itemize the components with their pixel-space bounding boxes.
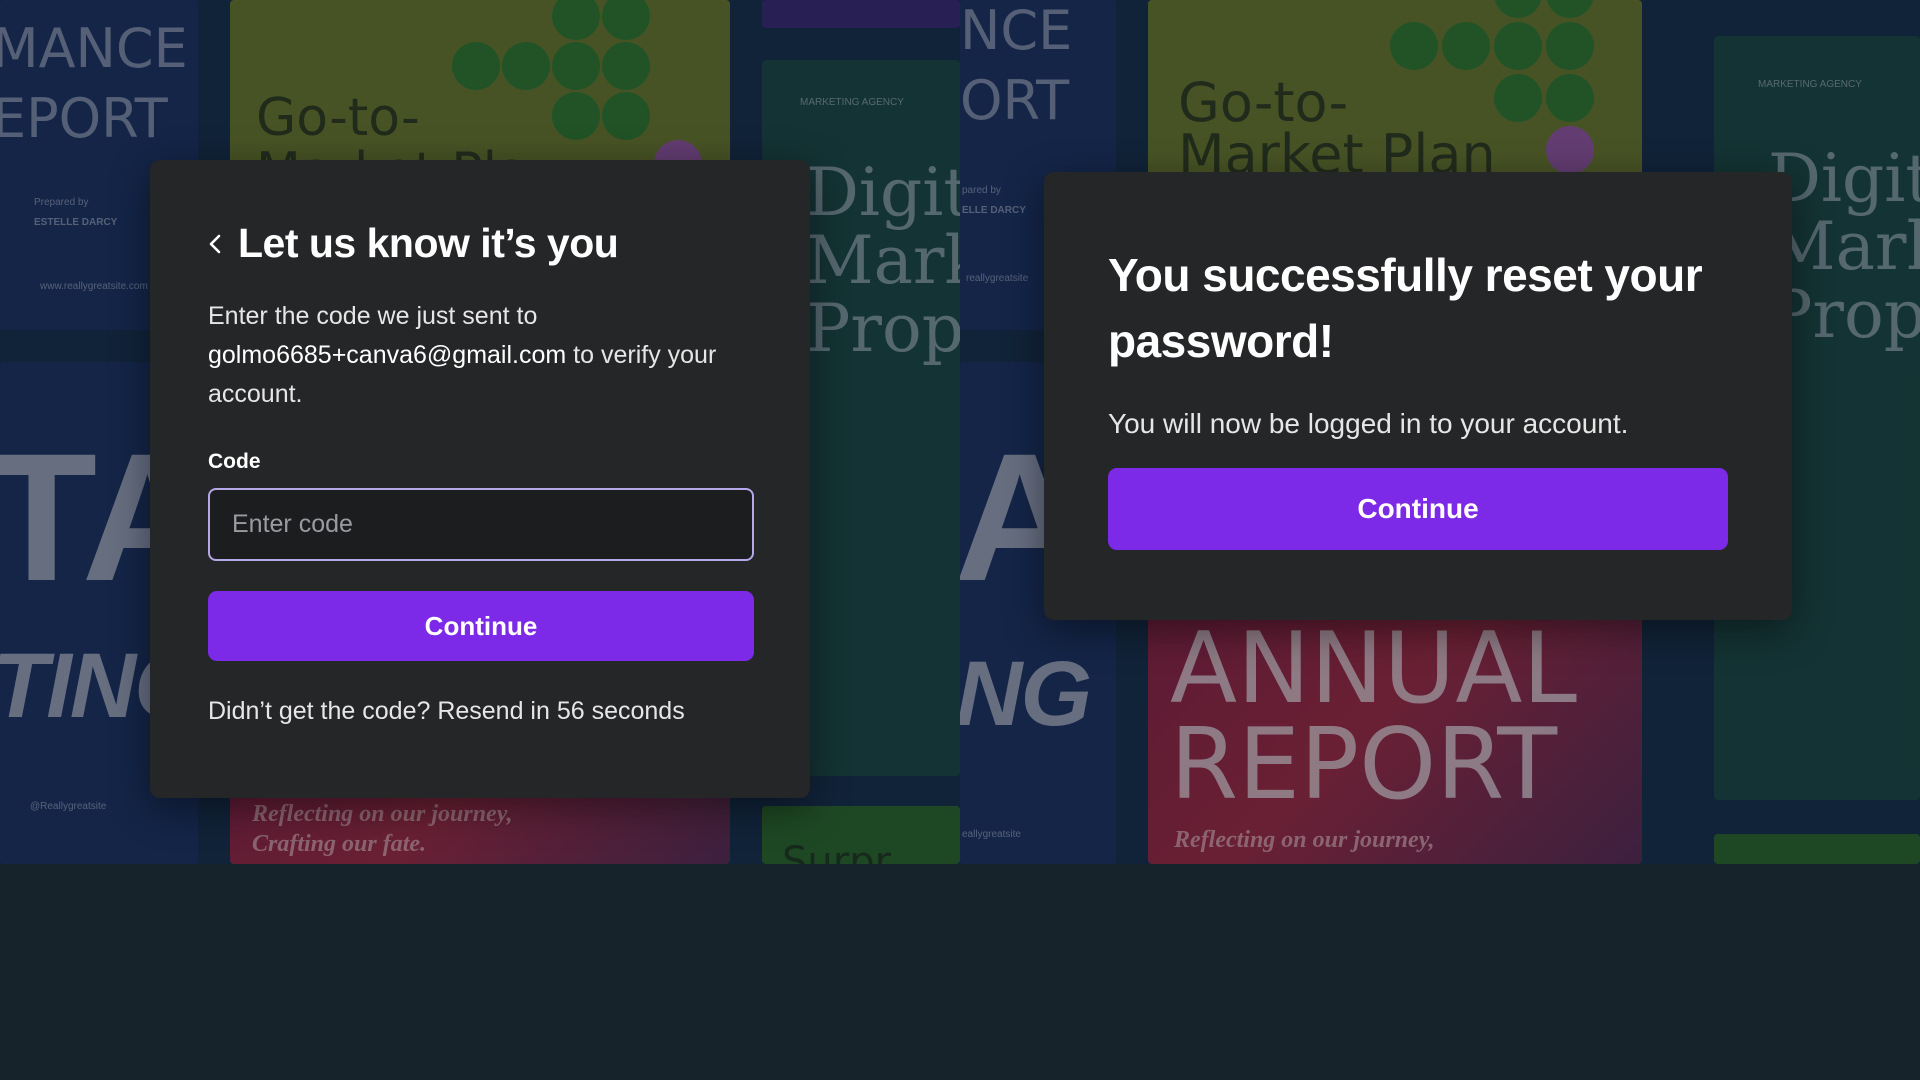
- bg-text: Crafting our fate.: [252, 831, 427, 857]
- bg-card-surprise: Surpr: [762, 806, 960, 864]
- bg-text: NG: [960, 643, 1092, 745]
- bg-card-annual-report: ANNUAL REPORT Reflecting on our journey,: [1148, 600, 1642, 864]
- dialog-title: Let us know it’s you: [238, 220, 619, 266]
- bg-text: MARKETING AGENCY: [800, 97, 904, 108]
- bg-text: Mark: [806, 222, 960, 299]
- bg-text: ANNUAL: [1170, 612, 1578, 726]
- email-address: golmo6685+canva6@gmail.com: [208, 341, 567, 369]
- bg-dot: [552, 92, 600, 140]
- bg-dot: [1494, 74, 1542, 122]
- bg-text: Propo: [806, 290, 960, 367]
- bg-dot: [452, 42, 500, 90]
- bg-text: REPORT: [1170, 708, 1558, 822]
- bg-text: ORT: [960, 69, 1070, 132]
- bg-dot: [602, 92, 650, 140]
- bg-dot: [552, 0, 600, 40]
- bg-card-surprise: [1714, 834, 1920, 864]
- bg-dot: [1442, 22, 1490, 70]
- dialog-title: You successfully reset your password!: [1108, 249, 1703, 367]
- bg-text: Prepared by: [34, 197, 89, 208]
- bg-text: MARKETING AGENCY: [1758, 79, 1862, 90]
- bg-text: @Reallygreatsite: [30, 801, 107, 812]
- continue-button[interactable]: Continue: [1108, 468, 1728, 550]
- verify-code-dialog: Let us know it’s you Enter the code we j…: [150, 160, 810, 798]
- dialog-header: Let us know it’s you: [208, 220, 752, 267]
- bg-dot: [552, 42, 600, 90]
- bg-text: Go-to-: [1178, 71, 1349, 134]
- bg-dot: [602, 42, 650, 90]
- dialog-message: You will now be logged in to your accoun…: [1108, 408, 1629, 439]
- bg-dot: [1494, 22, 1542, 70]
- bg-dot: [502, 42, 550, 90]
- bg-text: pared by: [962, 185, 1001, 196]
- resend-countdown: Didn’t get the code? Resend in 56 second…: [208, 697, 685, 725]
- bg-text: Reflecting on our journey,: [252, 801, 513, 827]
- bg-dot: [1546, 22, 1594, 70]
- bg-text: reallygreatsite: [966, 273, 1029, 284]
- dialog-description: Enter the code we just sent to golmo6685…: [208, 297, 752, 414]
- code-input[interactable]: [208, 488, 754, 561]
- bg-text: Reflecting on our journey,: [1174, 827, 1435, 853]
- continue-button[interactable]: Continue: [208, 591, 754, 661]
- bg-text: ELLE DARCY: [962, 205, 1026, 216]
- bg-dot: [1546, 74, 1594, 122]
- bg-dot: [1390, 22, 1438, 70]
- bg-text: Digita: [806, 154, 960, 231]
- bg-dot: [1546, 0, 1594, 18]
- code-label: Code: [208, 450, 261, 473]
- bg-card-top: [762, 0, 960, 28]
- password-reset-success-dialog: You successfully reset your password! Yo…: [1044, 172, 1792, 620]
- bg-dot: [1546, 126, 1594, 174]
- bg-text: ESTELLE DARCY: [34, 217, 118, 228]
- bg-text: www.reallygreatsite.com: [40, 281, 148, 292]
- bg-text: NCE: [960, 0, 1073, 62]
- bg-text: EPORT: [0, 87, 168, 150]
- bg-dot: [1494, 0, 1542, 18]
- description-text: Enter the code we just sent to: [208, 302, 538, 330]
- bg-text: MANCE: [0, 17, 188, 80]
- bg-text: eallygreatsite: [962, 829, 1021, 840]
- bg-text: Go-to-: [256, 88, 420, 148]
- bg-dot: [602, 0, 650, 40]
- chevron-left-icon[interactable]: [208, 224, 238, 264]
- bg-text: Surpr: [782, 839, 892, 864]
